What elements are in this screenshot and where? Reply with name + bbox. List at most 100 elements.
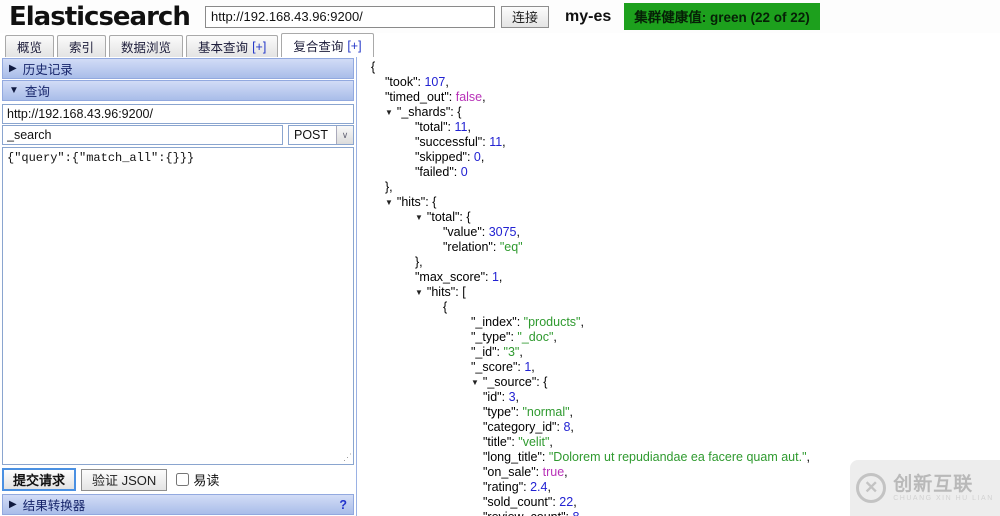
json-token: "total":	[427, 210, 466, 224]
main-area: ▶ 历史记录 ▼ 查询 POST ∨ {"query":{"match_all"…	[0, 57, 1000, 516]
json-token: "velit"	[518, 435, 549, 449]
json-token: false	[456, 90, 482, 104]
json-line: ▼"_shards": {	[365, 105, 1000, 120]
json-token: ,	[445, 75, 448, 89]
json-token: ,	[499, 270, 502, 284]
app-header: Elasticsearch 连接 my-es 集群健康值: green (22 …	[0, 0, 1000, 33]
json-token: 22	[559, 495, 573, 509]
json-line: ▼"hits": {	[365, 195, 1000, 210]
json-token: "on_sale":	[483, 465, 543, 479]
json-line: "_index": "products",	[365, 315, 1000, 330]
tab-browser[interactable]: 数据浏览	[109, 35, 183, 57]
json-token: ,	[467, 120, 470, 134]
json-token: "products"	[524, 315, 581, 329]
collapse-arrow-icon[interactable]: ▼	[415, 288, 423, 297]
result-transformer-header[interactable]: ▶ 结果转换器 ?	[2, 494, 354, 515]
json-token: "3"	[504, 345, 520, 359]
json-token: "timed_out":	[385, 90, 456, 104]
json-token: "value":	[443, 225, 489, 239]
json-line: "_type": "_doc",	[365, 330, 1000, 345]
resize-grip[interactable]: ⋰	[343, 452, 352, 463]
json-token: ,	[516, 390, 519, 404]
json-line: "timed_out": false,	[365, 90, 1000, 105]
json-line: {	[365, 300, 1000, 315]
json-token: "title":	[483, 435, 518, 449]
json-token: "review_count":	[483, 510, 572, 516]
collapse-arrow-icon[interactable]: ▼	[471, 378, 479, 387]
pretty-checkbox-label: 易读	[193, 470, 219, 489]
tab-label: 基本查询	[198, 37, 248, 56]
help-question-mark[interactable]: ?	[339, 498, 347, 512]
collapsed-arrow-icon: ▶	[9, 63, 17, 74]
json-token: ,	[482, 90, 485, 104]
json-token: ,	[502, 135, 505, 149]
history-section-header[interactable]: ▶ 历史记录	[2, 58, 354, 79]
json-token: "relation":	[443, 240, 500, 254]
json-line: {	[365, 60, 1000, 75]
json-token: {	[371, 60, 375, 74]
json-token: {	[543, 375, 547, 389]
json-token: "rating":	[483, 480, 530, 494]
json-token: ,	[549, 435, 552, 449]
json-token: "took":	[385, 75, 424, 89]
json-line: ▼"_source": {	[365, 375, 1000, 390]
json-token: {	[443, 300, 447, 314]
json-line: "_score": 1,	[365, 360, 1000, 375]
json-token: 0	[461, 165, 468, 179]
json-token: true	[543, 465, 565, 479]
cluster-url-input[interactable]	[205, 6, 495, 28]
collapse-arrow-icon[interactable]: ▼	[415, 213, 423, 222]
json-token: {	[466, 210, 470, 224]
json-token: 11	[454, 120, 467, 134]
json-token: 1	[492, 270, 499, 284]
json-token: 2.4	[530, 480, 547, 494]
query-section-header[interactable]: ▼ 查询	[2, 80, 354, 101]
json-token: 11	[489, 135, 502, 149]
json-line: "_id": "3",	[365, 345, 1000, 360]
method-select-value: POST	[289, 128, 336, 142]
json-token: "total":	[415, 120, 454, 134]
tab-structured-query[interactable]: 基本查询 [+]	[186, 35, 278, 57]
json-token: "_type":	[471, 330, 517, 344]
validate-json-button[interactable]: 验证 JSON	[81, 469, 167, 491]
tab-overview[interactable]: 概览	[5, 35, 54, 57]
json-token: "hits":	[427, 285, 462, 299]
json-token: ,	[547, 480, 550, 494]
json-line: "took": 107,	[365, 75, 1000, 90]
tab-label: 复合查询	[293, 36, 343, 55]
json-token: ,	[531, 360, 534, 374]
expanded-arrow-icon: ▼	[9, 85, 19, 96]
query-panel: ▶ 历史记录 ▼ 查询 POST ∨ {"query":{"match_all"…	[0, 57, 357, 516]
json-line: "category_id": 8,	[365, 420, 1000, 435]
tab-indices[interactable]: 索引	[57, 35, 106, 57]
query-url-input[interactable]	[2, 104, 354, 124]
method-select[interactable]: POST ∨	[288, 125, 354, 145]
tab-plus-label: [+]	[252, 40, 266, 54]
json-token: ,	[573, 495, 576, 509]
submit-request-button[interactable]: 提交请求	[2, 468, 76, 491]
pretty-checkbox[interactable]	[176, 473, 189, 486]
json-token: "_index":	[471, 315, 524, 329]
json-line: "title": "velit",	[365, 435, 1000, 450]
json-token: "failed":	[415, 165, 461, 179]
collapse-arrow-icon[interactable]: ▼	[385, 108, 393, 117]
json-token: ,	[580, 315, 583, 329]
json-token: ,	[570, 405, 573, 419]
query-body-textarea[interactable]: {"query":{"match_all":{}}}	[2, 147, 354, 465]
collapse-arrow-icon[interactable]: ▼	[385, 198, 393, 207]
tab-label: 数据浏览	[121, 37, 171, 56]
json-token: 107	[424, 75, 445, 89]
json-token: "_id":	[471, 345, 504, 359]
watermark-cn-text: 创新互联	[893, 475, 994, 495]
connect-button[interactable]: 连接	[501, 6, 549, 28]
json-token: },	[415, 255, 423, 269]
tab-any-request[interactable]: 复合查询 [+]	[281, 33, 373, 57]
json-line: ▼"hits": [	[365, 285, 1000, 300]
watermark-en-text: CHUANG XIN HU LIAN	[893, 495, 994, 502]
app-title: Elasticsearch	[9, 2, 205, 32]
query-path-input[interactable]	[2, 125, 283, 145]
chevron-down-icon: ∨	[336, 126, 353, 144]
json-line: ▼ "total": {	[365, 210, 1000, 225]
json-token: ,	[564, 465, 567, 479]
json-token: ,	[517, 225, 520, 239]
